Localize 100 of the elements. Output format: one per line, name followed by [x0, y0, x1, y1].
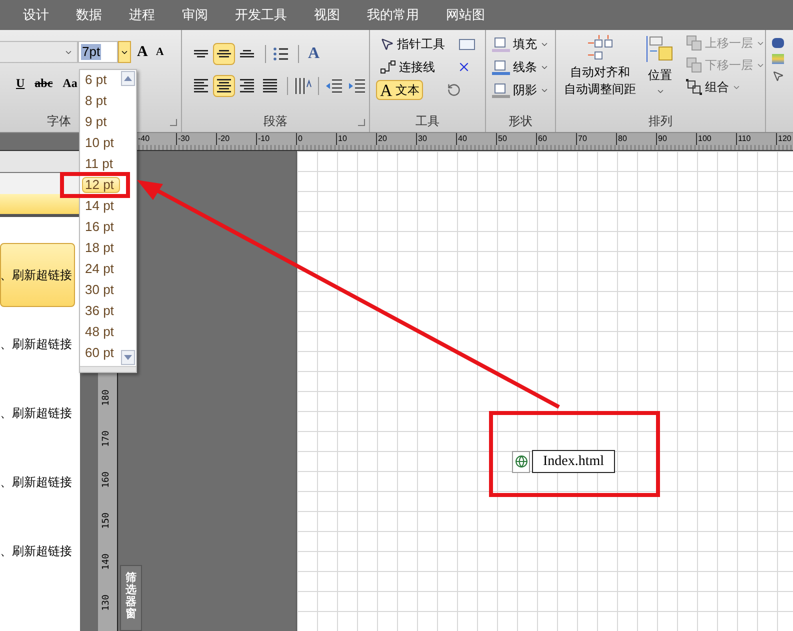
- shape-style-button[interactable]: 填充: [492, 35, 555, 53]
- connector-icon: [380, 60, 396, 74]
- decrease-indent-icon[interactable]: [325, 78, 343, 94]
- align-icon: [193, 79, 209, 93]
- increase-indent-icon[interactable]: [348, 78, 366, 94]
- ruler-label: 110: [736, 133, 776, 145]
- text-direction-icon[interactable]: [294, 77, 312, 95]
- ruler-label: 20: [376, 133, 416, 145]
- scroll-down-button[interactable]: [121, 350, 135, 365]
- font-style-button[interactable]: abc: [34, 74, 53, 92]
- align-icon: [239, 50, 255, 58]
- bullet-list-icon[interactable]: [273, 46, 289, 62]
- align-icon: [216, 50, 232, 58]
- font-name-field[interactable]: [0, 41, 78, 64]
- ruler-label: 120: [776, 133, 793, 145]
- ruler-label: 40: [456, 133, 496, 145]
- menu-tab[interactable]: 视图: [314, 4, 340, 24]
- align-icon: [239, 79, 255, 93]
- rectangle-tool-icon[interactable]: [459, 38, 475, 50]
- highlight-frame: [60, 172, 130, 198]
- list-item[interactable]: 、刷新超链接: [0, 519, 75, 583]
- close-icon[interactable]: [457, 60, 471, 74]
- ruler-label: 150: [100, 512, 113, 529]
- ruler-label: 50: [496, 133, 536, 145]
- shadow-icon: [492, 82, 510, 98]
- group-label: 形状: [508, 113, 532, 130]
- dropdown-option[interactable]: 18 pt: [82, 240, 120, 256]
- group-label: 排列: [648, 113, 672, 130]
- ruler-label: 30: [416, 133, 456, 145]
- list-item[interactable]: 、刷新超链接: [0, 312, 75, 376]
- menu-tab[interactable]: 网站图: [446, 4, 485, 24]
- ruler-label: 170: [100, 430, 113, 447]
- dropdown-option[interactable]: 48 pt: [82, 324, 120, 340]
- dropdown-option[interactable]: 30 pt: [82, 282, 120, 298]
- ruler-label: 100: [696, 133, 736, 145]
- font-style-button[interactable]: U: [16, 74, 25, 92]
- group-icon: [686, 79, 702, 95]
- shrink-font-icon[interactable]: A: [156, 44, 164, 60]
- grow-font-icon[interactable]: A: [137, 41, 148, 64]
- font-size-field[interactable]: 7pt: [78, 41, 118, 64]
- side-panel-tab[interactable]: 筛选器窗: [120, 565, 142, 631]
- dropdown-option[interactable]: 12 pt: [82, 177, 120, 193]
- dropdown-option[interactable]: 24 pt: [82, 261, 120, 277]
- align-icon: [216, 79, 232, 93]
- font-size-value: 7pt: [81, 44, 102, 60]
- dropdown-option[interactable]: 60 pt: [82, 345, 120, 361]
- auto-align-button[interactable]: 自动对齐和 自动调整间距: [562, 34, 638, 110]
- scroll-up-button[interactable]: [121, 71, 135, 86]
- tool-button[interactable]: A 文本: [376, 80, 424, 100]
- group-label: 字体: [47, 113, 71, 130]
- position-button[interactable]: 位置: [642, 34, 678, 110]
- shape-text[interactable]: Index.html: [532, 450, 616, 473]
- dropdown-option[interactable]: 8 pt: [82, 93, 120, 109]
- line-icon: [492, 59, 510, 75]
- ruler-label: 60: [536, 133, 576, 145]
- dropdown-option[interactable]: 16 pt: [82, 219, 120, 235]
- file-icon: [512, 450, 530, 472]
- ruler-label: 140: [100, 553, 113, 570]
- tool-button[interactable]: 指针工具: [376, 34, 449, 54]
- ruler-label: 180: [100, 389, 113, 406]
- dropdown-option[interactable]: 11 pt: [82, 156, 120, 172]
- menu-tab[interactable]: 开发工具: [235, 4, 287, 24]
- align-button[interactable]: [213, 43, 235, 65]
- dropdown-option[interactable]: 10 pt: [82, 135, 120, 151]
- dropdown-option[interactable]: 36 pt: [82, 303, 120, 319]
- ruler-label: 70: [576, 133, 616, 145]
- menu-tab[interactable]: 审阅: [182, 4, 208, 24]
- layer-button[interactable]: 组合: [686, 78, 765, 96]
- list-item[interactable]: 、刷新超链接: [0, 450, 75, 514]
- list-item[interactable]: 、刷新超链接: [0, 243, 75, 307]
- ruler-label: -30: [176, 133, 216, 145]
- menu-tab[interactable]: 数据: [76, 4, 102, 24]
- pointer-icon: [380, 37, 394, 51]
- align-icon: [193, 50, 209, 58]
- text-spacing-icon[interactable]: A: [308, 42, 320, 66]
- ruler-label: 10: [336, 133, 376, 145]
- ruler-label: 80: [616, 133, 656, 145]
- dialog-launcher-icon[interactable]: [170, 119, 177, 126]
- menu-tab[interactable]: 我的常用: [367, 4, 419, 24]
- fill-icon: [492, 36, 510, 52]
- ruler-label: 160: [100, 471, 113, 488]
- rotate-icon[interactable]: [447, 83, 462, 97]
- position-icon: [645, 34, 675, 64]
- menu-tab[interactable]: 设计: [23, 4, 49, 24]
- shape-style-button[interactable]: 线条: [492, 58, 555, 76]
- tool-button[interactable]: 连接线: [376, 57, 439, 77]
- font-style-button[interactable]: Aa: [62, 74, 78, 92]
- dialog-launcher-icon[interactable]: [358, 119, 365, 126]
- dropdown-option[interactable]: 14 pt: [82, 198, 120, 214]
- ruler-label: -10: [256, 133, 296, 145]
- dropdown-option[interactable]: 9 pt: [82, 114, 120, 130]
- menu-tab[interactable]: 进程: [129, 4, 155, 24]
- list-item[interactable]: 、刷新超链接: [0, 381, 75, 445]
- shape-style-button[interactable]: 阴影: [492, 81, 555, 99]
- align-button[interactable]: [213, 75, 235, 97]
- align-icon: [262, 79, 278, 93]
- dropdown-option[interactable]: 6 pt: [82, 72, 120, 88]
- pointer-icon[interactable]: [772, 70, 784, 82]
- ruler-label: 90: [656, 133, 696, 145]
- caret-icon: [656, 87, 664, 96]
